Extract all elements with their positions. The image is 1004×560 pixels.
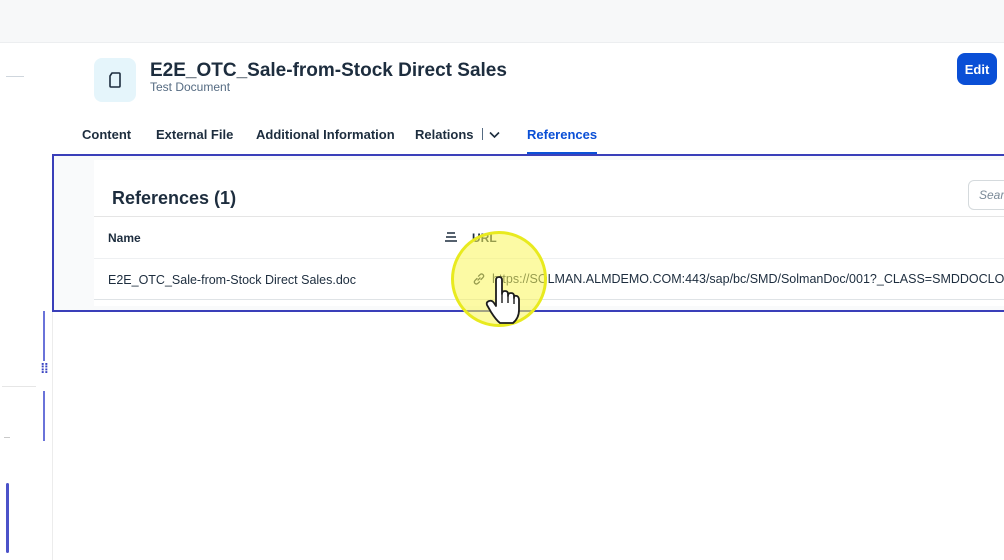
chevron-down-icon[interactable] xyxy=(488,131,500,139)
sort-icon[interactable] xyxy=(444,232,458,242)
section-title: References (1) xyxy=(112,188,237,208)
tab-separator xyxy=(481,128,483,140)
tab-label: References xyxy=(527,127,598,142)
page-subtitle: Test Document xyxy=(150,80,231,94)
references-table-card: References (1) Search Name URL E2E_OTC_S… xyxy=(94,160,1004,306)
page-title: E2E_OTC_Sale-from-Stock Direct Sales xyxy=(150,60,507,81)
avatar xyxy=(94,58,136,102)
table-header: Name URL xyxy=(94,216,1004,259)
tab-external-file[interactable]: External File xyxy=(156,118,233,156)
search-input[interactable]: Search xyxy=(968,180,1004,210)
tab-label: External File xyxy=(156,127,234,142)
tab-label: Relations xyxy=(415,127,474,142)
tab-label: Additional Information xyxy=(256,127,395,142)
document-icon xyxy=(109,72,121,88)
table-row[interactable]: E2E_OTC_Sale-from-Stock Direct Sales.doc… xyxy=(94,258,1004,300)
reference-name: E2E_OTC_Sale-from-Stock Direct Sales.doc xyxy=(108,273,357,287)
tab-relations[interactable]: Relations xyxy=(415,118,500,156)
edit-button[interactable]: Edit xyxy=(957,53,997,85)
column-header-name[interactable]: Name xyxy=(108,231,141,245)
nav-divider xyxy=(4,437,10,438)
nav-divider xyxy=(6,76,24,77)
reference-url-link[interactable]: https://SOLMAN.ALMDEMO.COM:443/sap/bc/SM… xyxy=(492,272,1004,286)
pane-splitter[interactable]: ⁞⁞ xyxy=(38,43,53,560)
nav-active-indicator xyxy=(6,483,9,553)
drag-handle-icon[interactable]: ⁞⁞ xyxy=(38,361,50,383)
tab-references[interactable]: References xyxy=(527,118,598,156)
hand-cursor-icon xyxy=(485,276,520,324)
tab-label: Content xyxy=(82,127,132,142)
splitter-line xyxy=(43,391,45,441)
tab-content[interactable]: Content xyxy=(82,118,131,156)
nav-divider xyxy=(2,386,36,387)
side-navigation xyxy=(0,43,39,560)
shell-bar xyxy=(0,0,1004,43)
tab-additional-information[interactable]: Additional Information xyxy=(256,118,395,156)
splitter-line xyxy=(43,311,45,361)
